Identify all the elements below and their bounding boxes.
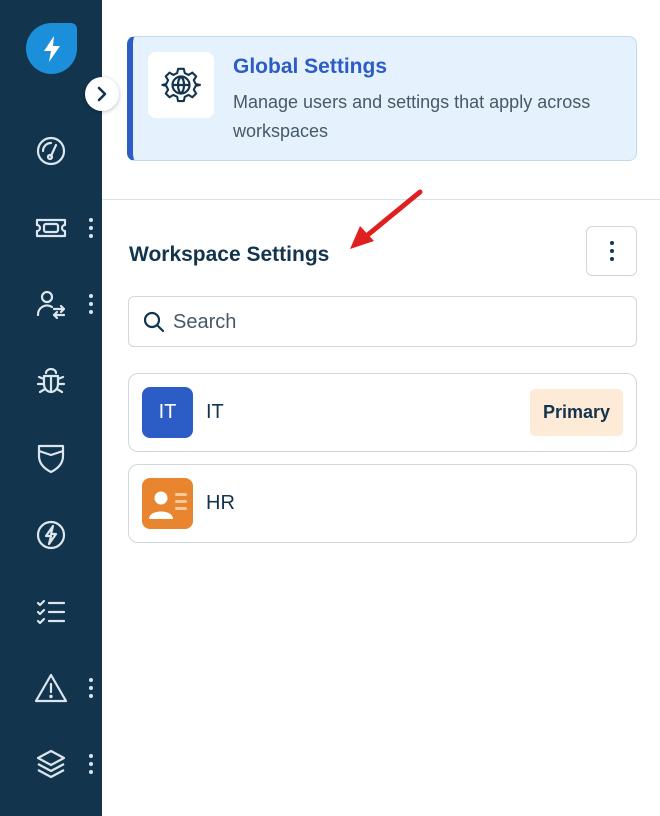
sidebar-item-changes[interactable] [0,507,102,563]
workspace-name: HR [206,492,235,514]
global-settings-description: Manage users and settings that apply acr… [233,92,591,141]
globe-gear-icon [161,67,201,103]
workspace-avatar: IT [142,387,193,438]
global-settings-card[interactable]: Global Settings Manage users and setting… [127,36,637,161]
layers-icon [33,748,69,780]
bolt-logo-icon [43,35,60,62]
bolt-circle-icon [33,519,69,551]
workspace-search [128,296,637,347]
workspace-settings-menu-button[interactable] [586,226,637,276]
checklist-icon [33,596,69,628]
workspace-name: IT [206,401,224,423]
sidebar-item-alerts[interactable] [0,660,102,716]
hr-contact-card-icon [142,478,193,529]
search-icon [143,311,165,333]
sidebar-item-users[interactable] [0,276,102,332]
shield-icon [33,442,69,474]
global-settings-icon-box [148,52,214,118]
search-input[interactable] [173,305,623,339]
bug-icon [33,364,69,396]
sidebar-item-assets[interactable] [0,736,102,792]
primary-badge: Primary [529,389,623,436]
workspace-item-it[interactable]: IT IT Primary [128,373,637,452]
alerts-menu-button[interactable] [86,676,96,700]
workspace-settings-title: Workspace Settings [129,243,330,266]
sidebar-item-tickets[interactable] [0,200,102,256]
sidebar-item-problems[interactable] [0,352,102,408]
annotation-arrow-icon [350,189,423,249]
ticket-icon [33,212,69,244]
users-menu-button[interactable] [86,292,96,316]
sidebar-item-security[interactable] [0,430,102,486]
dashboard-gauge-icon [33,135,69,167]
assets-menu-button[interactable] [86,752,96,776]
user-swap-icon [33,288,69,320]
settings-panel: Global Settings Manage users and setting… [102,0,660,816]
workspace-item-hr[interactable]: HR [128,464,637,543]
sidebar-item-dashboard[interactable] [0,123,102,179]
app-logo[interactable] [26,23,77,74]
warning-icon [33,672,69,704]
tickets-menu-button[interactable] [86,216,96,240]
sidebar-item-tasks[interactable] [0,584,102,640]
sidebar [0,0,102,816]
global-settings-title: Global Settings [233,55,388,78]
